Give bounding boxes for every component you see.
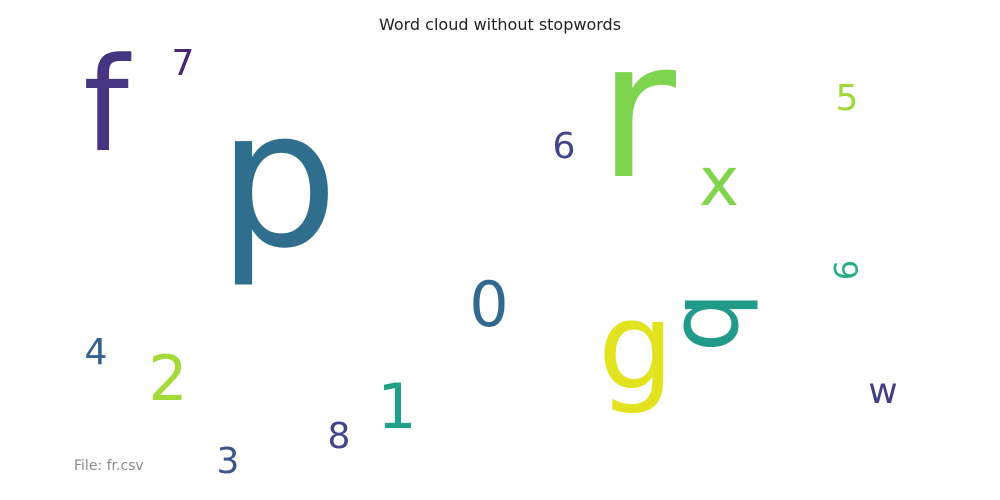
file-caption: File: fr.csv [74, 458, 144, 474]
word-6: 6 [553, 126, 576, 167]
word-cloud-words: rpfgbx02 13w546789 [83, 0, 898, 482]
word-8: 8 [328, 416, 351, 457]
word-w: w [868, 371, 897, 412]
word-cloud-chart: Word cloud without stopwords rpfgbx02 13w… [74, 0, 898, 482]
word-r: r [598, 0, 677, 221]
word-1: 1 [377, 370, 416, 443]
word-5: 5 [836, 78, 859, 119]
word-7: 7 [172, 43, 195, 84]
word-b: b [662, 292, 772, 352]
word-4: 4 [85, 332, 108, 373]
word-f: f [83, 29, 132, 181]
word-3: 3 [217, 441, 240, 482]
word-p: p [218, 69, 339, 290]
word-x: x [699, 143, 739, 222]
word-2: 2 [148, 342, 187, 415]
chart-title: Word cloud without stopwords [379, 15, 621, 34]
word-0: 0 [469, 268, 508, 341]
word-9: 9 [826, 260, 864, 280]
